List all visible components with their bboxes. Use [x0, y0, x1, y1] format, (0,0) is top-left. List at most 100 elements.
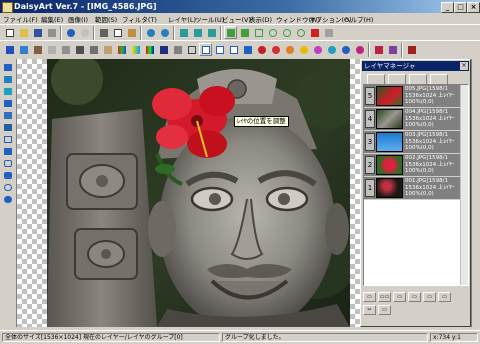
- layer-down-button[interactable]: ▭: [408, 292, 421, 302]
- recycle-icon[interactable]: [17, 43, 30, 56]
- new-file-icon[interactable]: [3, 26, 16, 39]
- cut-icon[interactable]: [97, 26, 110, 39]
- menu-edit[interactable]: 編集(E): [41, 14, 63, 24]
- line-tool-icon[interactable]: [2, 74, 14, 85]
- hue-icon[interactable]: [143, 43, 156, 56]
- menu-image[interactable]: 画像(I): [68, 14, 88, 24]
- pen-tool-icon[interactable]: [2, 62, 14, 73]
- save-icon[interactable]: [31, 26, 44, 39]
- menu-selection[interactable]: 範囲(S): [95, 14, 117, 24]
- layer-number[interactable]: 1: [365, 179, 375, 197]
- layer-position-icon[interactable]: [227, 43, 240, 56]
- text-tool-icon[interactable]: [372, 43, 385, 56]
- color-grid-icon[interactable]: [115, 43, 128, 56]
- open-folder-icon[interactable]: [17, 26, 30, 39]
- layer-group-button[interactable]: ▭: [363, 292, 376, 302]
- layer-row[interactable]: 3 003.JPG[1598/1 1536x1024 上ﾚｲﾔｰ 100%(0,…: [364, 131, 460, 154]
- minimize-button[interactable]: _: [441, 2, 454, 13]
- layer-number[interactable]: 2: [365, 156, 375, 174]
- cancel-icon[interactable]: [322, 26, 335, 39]
- filled-ellipse-tool-icon[interactable]: [2, 194, 14, 205]
- menu-display[interactable]: 表示(D): [249, 14, 272, 24]
- mosaic-icon[interactable]: [87, 43, 100, 56]
- layer-list[interactable]: 5 005.JPG[1598/1 1536x1024 上ﾚｲﾔｰ 100%(0,…: [363, 84, 469, 286]
- gradient-icon[interactable]: [339, 43, 352, 56]
- print-icon[interactable]: [45, 26, 58, 39]
- zoom-out-icon[interactable]: [158, 26, 171, 39]
- layer-merge-button[interactable]: ▭▭: [378, 292, 391, 302]
- layer-number[interactable]: 5: [365, 87, 375, 105]
- bucket-tool-icon[interactable]: [2, 98, 14, 109]
- layer-manager-close-button[interactable]: ×: [460, 62, 468, 70]
- maximize-button[interactable]: □: [454, 2, 467, 13]
- zoom-in-icon[interactable]: [144, 26, 157, 39]
- brush-icon[interactable]: [255, 43, 268, 56]
- menu-tools[interactable]: ツール(U): [195, 14, 224, 24]
- palette-icon[interactable]: [129, 43, 142, 56]
- ellipse-icon[interactable]: [266, 26, 279, 39]
- close-button[interactable]: ×: [467, 2, 480, 13]
- right-scroll-strip[interactable]: [471, 59, 480, 327]
- airbrush-icon[interactable]: [269, 43, 282, 56]
- layer-cut-button[interactable]: ✂: [363, 305, 376, 315]
- cut-tool-icon[interactable]: [3, 43, 16, 56]
- frame-icon[interactable]: [224, 26, 237, 39]
- stamp-icon[interactable]: [311, 43, 324, 56]
- filled-rect-tool-icon[interactable]: [2, 146, 14, 157]
- curve-icon[interactable]: [185, 43, 198, 56]
- layer-move-icon[interactable]: [213, 43, 226, 56]
- crayon-icon[interactable]: [297, 43, 310, 56]
- settings-icon[interactable]: [405, 43, 418, 56]
- levels-icon[interactable]: [171, 43, 184, 56]
- marker-icon[interactable]: [283, 43, 296, 56]
- copy-icon[interactable]: [111, 26, 124, 39]
- emboss-icon[interactable]: [101, 43, 114, 56]
- layer-list-scrollbar[interactable]: [460, 85, 468, 285]
- contrast-icon[interactable]: [157, 43, 170, 56]
- eraser-icon[interactable]: [353, 43, 366, 56]
- curve-tool-icon[interactable]: [2, 86, 14, 97]
- layer-row[interactable]: 1 001.JPG[1598/1 1536x1024 上ﾚｲﾔｰ 100%(0,…: [364, 177, 460, 200]
- layer-row[interactable]: 2 002.JPG[1598/1 1536x1024 上ﾚｲﾔｰ 100%(0,…: [364, 154, 460, 177]
- paste-icon[interactable]: [125, 26, 138, 39]
- redo-icon[interactable]: [78, 26, 91, 39]
- menu-help[interactable]: ヘルプ(H): [344, 14, 373, 24]
- spray-tool-icon[interactable]: [2, 110, 14, 121]
- round-rect-tool-icon[interactable]: [2, 158, 14, 169]
- layer-adjust-icon[interactable]: [199, 43, 212, 56]
- zoom-actual-icon[interactable]: [191, 26, 204, 39]
- layer-up-button[interactable]: ▭: [393, 292, 406, 302]
- menu-layer[interactable]: レイヤ(L): [168, 14, 196, 24]
- pencil-icon[interactable]: [241, 43, 254, 56]
- ellipse-alt-icon[interactable]: [280, 26, 293, 39]
- circle-icon[interactable]: [294, 26, 307, 39]
- dropper-tool-icon[interactable]: [2, 122, 14, 133]
- undo-icon[interactable]: [64, 26, 77, 39]
- layer-delete-button[interactable]: ▭: [378, 305, 391, 315]
- image-canvas[interactable]: ﾚｲﾔの位置を調整: [17, 59, 360, 327]
- menu-view[interactable]: ビュー(V): [222, 14, 251, 24]
- frame-green-icon[interactable]: [238, 26, 251, 39]
- layer-top-button[interactable]: ▭: [423, 292, 436, 302]
- blur-icon[interactable]: [45, 43, 58, 56]
- ellipse-tool-icon[interactable]: [2, 182, 14, 193]
- layer-bottom-button[interactable]: ▭: [438, 292, 451, 302]
- layer-number[interactable]: 4: [365, 110, 375, 128]
- sharpen-icon[interactable]: [59, 43, 72, 56]
- zoom-region-icon[interactable]: [205, 26, 218, 39]
- rect-tool-icon[interactable]: [2, 134, 14, 145]
- grayscale-icon[interactable]: [73, 43, 86, 56]
- effect-icon[interactable]: [31, 43, 44, 56]
- menu-file[interactable]: ファイル(F): [3, 14, 38, 24]
- stop-icon[interactable]: [308, 26, 321, 39]
- filled-round-rect-tool-icon[interactable]: [2, 170, 14, 181]
- zoom-fit-icon[interactable]: [177, 26, 190, 39]
- shape-tool-icon[interactable]: [386, 43, 399, 56]
- menu-filter[interactable]: フィルタ(T): [122, 14, 157, 24]
- layer-row[interactable]: 4 004.JPG[1598/1 1536x1024 上ﾚｲﾔｰ 100%(0,…: [364, 108, 460, 131]
- frame-outline-icon[interactable]: [252, 26, 265, 39]
- layer-row[interactable]: 5 005.JPG[1598/1 1536x1024 上ﾚｲﾔｰ 100%(0,…: [364, 85, 460, 108]
- app-icon[interactable]: [2, 2, 13, 13]
- layer-number[interactable]: 3: [365, 133, 375, 151]
- fill-icon[interactable]: [325, 43, 338, 56]
